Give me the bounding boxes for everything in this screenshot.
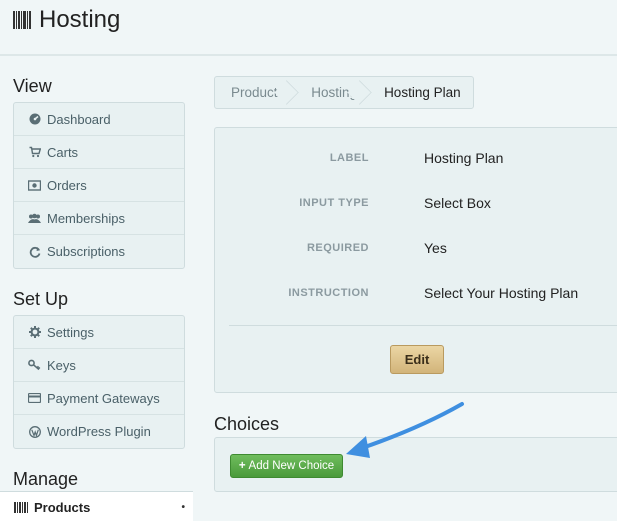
plus-icon: +: [238, 460, 246, 472]
page-title: Hosting: [13, 6, 120, 34]
add-new-choice-label: Add New Choice: [248, 460, 335, 472]
page-header: Hosting: [0, 0, 617, 56]
add-new-choice-button[interactable]: + Add New Choice: [230, 454, 343, 478]
manage-section-title: Manage: [13, 469, 79, 489]
view-section-title: View: [13, 76, 52, 96]
sidebar-item-label: Dashboard: [47, 111, 111, 127]
field-label: INPUT TYPE: [299, 197, 369, 209]
dashboard-icon: [28, 113, 41, 126]
gear-icon: [28, 326, 41, 339]
sidebar-item-label: Carts: [47, 144, 79, 160]
sidebar-item-label: WordPress Plugin: [47, 424, 151, 439]
sidebar-item-dashboard[interactable]: Dashboard: [14, 103, 184, 136]
field-row-input-type: INPUT TYPE Select Box: [215, 193, 615, 213]
key-icon: [28, 359, 41, 372]
page-title-text: Hosting: [39, 6, 121, 33]
barcode-icon: [14, 501, 28, 513]
field-label: LABEL: [329, 152, 369, 164]
sidebar-item-wordpress-plugin[interactable]: WordPress Plugin: [14, 415, 184, 448]
sidebar-item-label: Payment Gateways: [47, 390, 160, 406]
field-row-instruction: INSTRUCTION Select Your Hosting Plan: [215, 283, 615, 303]
field-value: Select Your Hosting Plan: [424, 285, 579, 301]
breadcrumb-products[interactable]: Products: [215, 77, 295, 108]
field-label: INSTRUCTION: [288, 287, 369, 299]
divider: [229, 325, 617, 326]
sidebar-item-subscriptions[interactable]: Subscriptions: [14, 235, 184, 268]
edit-button[interactable]: Edit: [390, 345, 444, 374]
sidebar-item-orders[interactable]: Orders: [14, 169, 184, 202]
sidebar-item-carts[interactable]: Carts: [14, 136, 184, 169]
sidebar-item-settings[interactable]: Settings: [14, 316, 184, 349]
field-value: Yes: [424, 240, 447, 256]
active-indicator: •: [181, 502, 185, 513]
group-icon: [28, 212, 41, 225]
setup-nav-group: Settings Keys Payment Gateways WordPress…: [13, 315, 185, 449]
field-value: Hosting Plan: [424, 150, 504, 166]
setup-section-title: Set Up: [13, 289, 69, 309]
sidebar-item-label: Settings: [47, 324, 94, 340]
sidebar-item-label: Subscriptions: [47, 244, 126, 259]
cart-icon: [28, 146, 41, 159]
breadcrumb: Products Hosting Hosting Plan: [214, 76, 474, 109]
wordpress-icon: [28, 425, 41, 438]
sidebar-item-keys[interactable]: Keys: [14, 349, 184, 382]
sidebar-item-payment-gateways[interactable]: Payment Gateways: [14, 382, 184, 415]
field-label: REQUIRED: [306, 242, 369, 254]
sidebar-item-memberships[interactable]: Memberships: [14, 202, 184, 235]
barcode-icon: [13, 11, 31, 29]
view-nav-group: Dashboard Carts Orders Memberships Subsc…: [13, 102, 185, 269]
choices-panel: + Add New Choice: [214, 437, 617, 492]
sidebar: View Dashboard Carts Orders Memberships: [13, 76, 185, 495]
sidebar-item-label: Keys: [47, 357, 76, 373]
credit-card-icon: [28, 392, 41, 405]
field-row-required: REQUIRED Yes: [215, 238, 615, 258]
field-value: Select Box: [424, 195, 491, 211]
details-panel: LABEL Hosting Plan INPUT TYPE Select Box…: [214, 127, 617, 393]
money-icon: [28, 179, 41, 192]
refresh-icon: [28, 245, 41, 258]
breadcrumb-current: Hosting Plan: [384, 85, 461, 100]
sidebar-item-products[interactable]: Products •: [0, 491, 193, 521]
choices-title: Choices: [214, 414, 280, 434]
sidebar-item-label: Memberships: [47, 210, 126, 226]
breadcrumb-hosting[interactable]: Hosting: [295, 77, 368, 108]
sidebar-item-label: Products: [34, 499, 91, 515]
sidebar-item-label: Orders: [47, 177, 87, 193]
field-row-label: LABEL Hosting Plan: [215, 148, 615, 168]
